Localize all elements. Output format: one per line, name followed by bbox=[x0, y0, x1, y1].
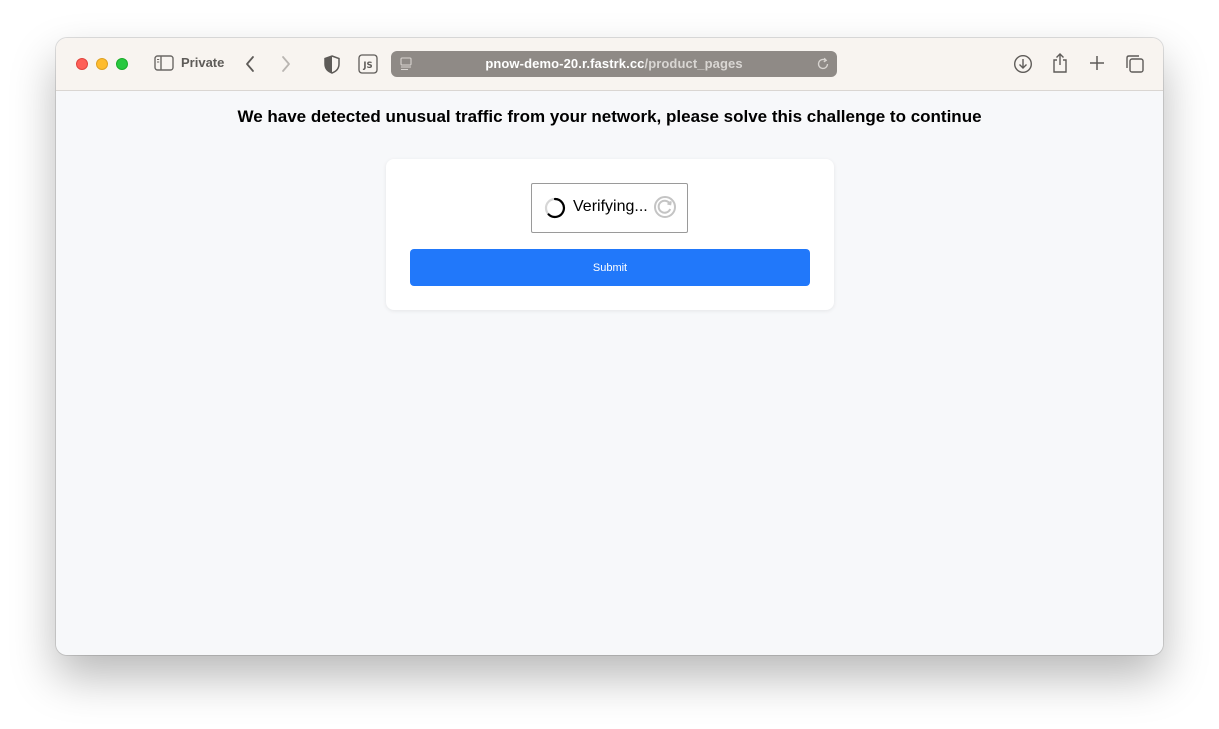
submit-button[interactable]: Submit bbox=[410, 249, 810, 286]
address-bar[interactable]: pnow-demo-20.r.fastrk.cc/product_pages bbox=[391, 51, 837, 77]
refresh-icon[interactable] bbox=[653, 195, 677, 219]
chevron-right-icon[interactable] bbox=[278, 54, 294, 74]
captcha-status-text: Verifying... bbox=[573, 198, 648, 215]
page-content: We have detected unusual traffic from yo… bbox=[56, 91, 1163, 655]
reload-icon[interactable] bbox=[815, 56, 831, 72]
url-path: /product_pages bbox=[644, 56, 743, 71]
challenge-card: Verifying... Submit bbox=[386, 159, 834, 310]
loading-spinner-icon bbox=[544, 197, 566, 219]
maximize-window-button[interactable] bbox=[116, 58, 128, 70]
browser-window: Private JS pnow-demo-20.r.fastrk.cc/prod… bbox=[56, 38, 1163, 655]
shield-icon[interactable] bbox=[322, 53, 342, 75]
tabs-overview-icon[interactable] bbox=[1124, 53, 1146, 75]
share-icon[interactable] bbox=[1049, 52, 1071, 74]
minimize-window-button[interactable] bbox=[96, 58, 108, 70]
url-host: pnow-demo-20.r.fastrk.cc bbox=[485, 56, 645, 71]
challenge-headline: We have detected unusual traffic from yo… bbox=[237, 107, 982, 126]
plus-icon[interactable] bbox=[1087, 53, 1107, 73]
private-mode-label: Private bbox=[181, 55, 225, 70]
sidebar-icon[interactable] bbox=[153, 54, 175, 72]
js-icon[interactable]: JS bbox=[358, 54, 378, 74]
chevron-left-icon[interactable] bbox=[242, 54, 258, 74]
browser-toolbar: Private JS pnow-demo-20.r.fastrk.cc/prod… bbox=[56, 38, 1163, 91]
svg-text:JS: JS bbox=[362, 61, 372, 71]
captcha-widget[interactable]: Verifying... bbox=[531, 183, 688, 233]
url-text: pnow-demo-20.r.fastrk.cc/product_pages bbox=[391, 56, 837, 71]
close-window-button[interactable] bbox=[76, 58, 88, 70]
download-icon[interactable] bbox=[1012, 53, 1034, 75]
